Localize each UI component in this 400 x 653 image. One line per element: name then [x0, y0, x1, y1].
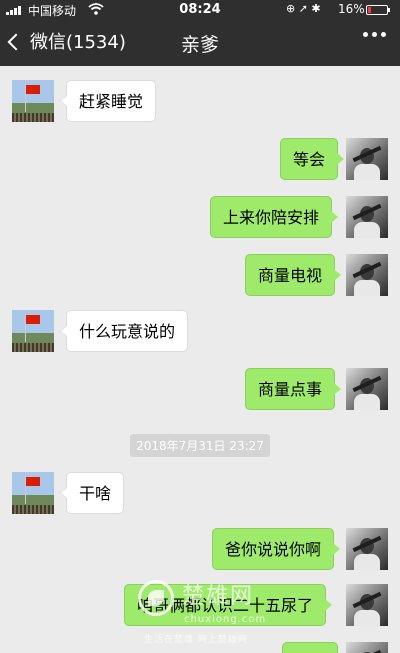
timestamp-label: 2018年7月31日 23:27	[130, 434, 270, 457]
my-avatar[interactable]	[346, 642, 388, 653]
my-avatar[interactable]	[346, 196, 388, 238]
my-avatar[interactable]	[346, 528, 388, 570]
timestamp-divider: 2018年7月31日 23:27	[0, 434, 400, 457]
contact-avatar[interactable]	[12, 472, 54, 514]
message-bubble-outgoing[interactable]: 商量电视	[245, 254, 342, 296]
message-bubble-incoming[interactable]: 干啥	[59, 472, 125, 514]
message-bubble-outgoing[interactable]	[282, 642, 338, 653]
dot-icon	[381, 32, 386, 37]
message-bubble-outgoing[interactable]: 商量点事	[245, 368, 342, 410]
my-avatar[interactable]	[346, 138, 388, 180]
status-bar: 中国移动 08:24 ⊕ ➚ ✱ 16%	[0, 0, 400, 20]
nav-bar: 微信(1534) 亲爹	[0, 20, 400, 66]
my-avatar[interactable]	[346, 584, 388, 626]
chat-title: 亲爹	[180, 34, 219, 56]
battery-percent: 16%	[338, 2, 365, 16]
message-bubble-outgoing[interactable]: 爸你说说你啊	[212, 528, 341, 570]
dot-icon	[363, 32, 368, 37]
contact-avatar[interactable]	[12, 80, 54, 122]
dot-icon	[372, 32, 377, 37]
message-bubble-outgoing[interactable]: 上来你陪安排	[210, 196, 339, 238]
message-bubble-incoming[interactable]: 赶紧睡觉	[59, 80, 157, 122]
my-avatar[interactable]	[346, 254, 388, 296]
chat-area[interactable]: 赶紧睡觉 等会 上来你陪安排 商量电视 什么玩意说的 商量点事 2018年7月3…	[0, 66, 400, 653]
my-avatar[interactable]	[346, 368, 388, 410]
message-bubble-outgoing[interactable]: 等会	[280, 138, 345, 180]
more-button[interactable]	[363, 32, 386, 37]
message-bubble-incoming[interactable]: 什么玩意说的	[59, 310, 189, 352]
message-bubble-outgoing[interactable]: 咱哥俩都认识二十五尿了	[124, 584, 333, 626]
contact-avatar[interactable]	[12, 310, 54, 352]
battery-icon	[366, 5, 390, 15]
status-icons: ⊕ ➚ ✱	[286, 2, 321, 15]
